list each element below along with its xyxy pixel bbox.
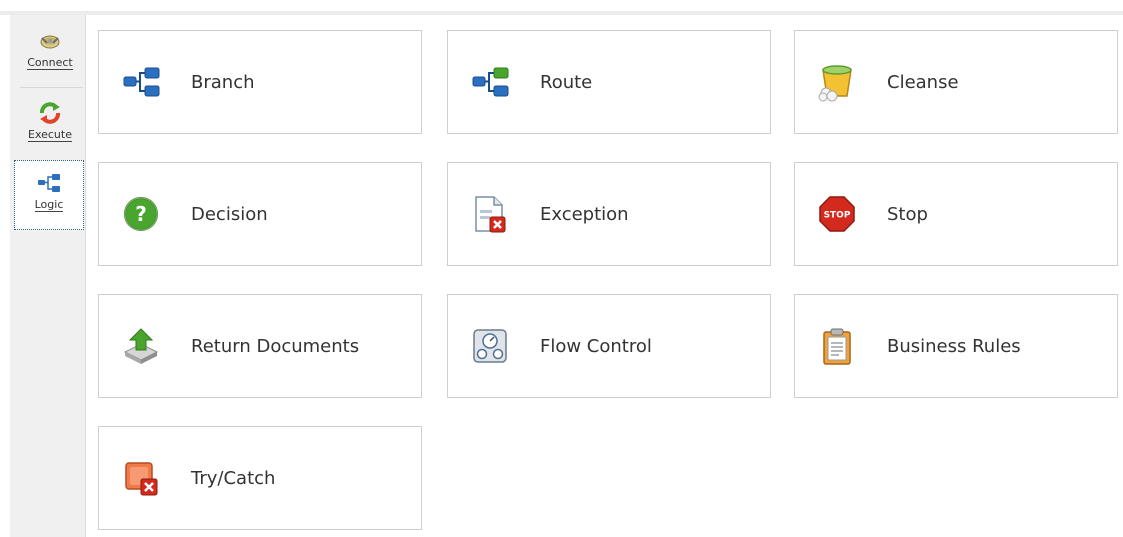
- sidebar: Connect Execute Logic: [10, 15, 86, 537]
- connect-icon: [40, 35, 60, 49]
- top-divider: [0, 11, 1123, 15]
- tile-label: Return Documents: [191, 335, 360, 357]
- sidebar-item-label: Execute: [28, 128, 72, 142]
- tile-label: Exception: [540, 203, 629, 225]
- tile-decision[interactable]: ? Decision: [98, 162, 422, 266]
- route-icon: [472, 67, 509, 97]
- sidebar-item-connect[interactable]: Connect: [15, 19, 85, 89]
- sidebar-item-label: Connect: [27, 56, 73, 70]
- tile-label: Stop: [887, 203, 928, 225]
- sidebar-item-logic[interactable]: Logic: [14, 160, 84, 230]
- tile-stop[interactable]: STOP Stop: [794, 162, 1118, 266]
- tile-label: Branch: [191, 71, 255, 93]
- tile-label: Decision: [191, 203, 268, 225]
- tile-cleanse[interactable]: Cleanse: [794, 30, 1118, 134]
- tile-business-rules[interactable]: Business Rules: [794, 294, 1118, 398]
- tile-label: Try/Catch: [191, 467, 276, 489]
- tile-exception[interactable]: Exception: [447, 162, 771, 266]
- sidebar-item-label: Logic: [34, 198, 64, 212]
- tile-flow-control[interactable]: Flow Control: [447, 294, 771, 398]
- tile-label: Route: [540, 71, 593, 93]
- tile-label: Cleanse: [887, 71, 959, 93]
- branch-icon: [123, 67, 160, 97]
- sidebar-divider: [20, 87, 83, 88]
- exception-icon: [475, 196, 506, 233]
- tile-label: Flow Control: [540, 335, 652, 357]
- flow-control-icon: [473, 329, 507, 363]
- tile-try-catch[interactable]: Try/Catch: [98, 426, 422, 530]
- svg-text:?: ?: [135, 202, 147, 226]
- tile-label: Business Rules: [887, 335, 1021, 357]
- decision-icon: ?: [124, 197, 158, 231]
- sidebar-item-execute[interactable]: Execute: [15, 91, 85, 161]
- stop-icon: STOP: [819, 196, 855, 232]
- stop-icon-text: STOP: [824, 211, 851, 221]
- try-catch-icon: [125, 462, 158, 496]
- cleanse-icon: [818, 65, 852, 102]
- tile-branch[interactable]: Branch: [98, 30, 422, 134]
- return-documents-icon: [123, 328, 159, 364]
- logic-icon: [38, 174, 60, 192]
- tile-route[interactable]: Route: [447, 30, 771, 134]
- execute-icon: [40, 102, 60, 124]
- business-rules-icon: [823, 328, 851, 365]
- tile-return-documents[interactable]: Return Documents: [98, 294, 422, 398]
